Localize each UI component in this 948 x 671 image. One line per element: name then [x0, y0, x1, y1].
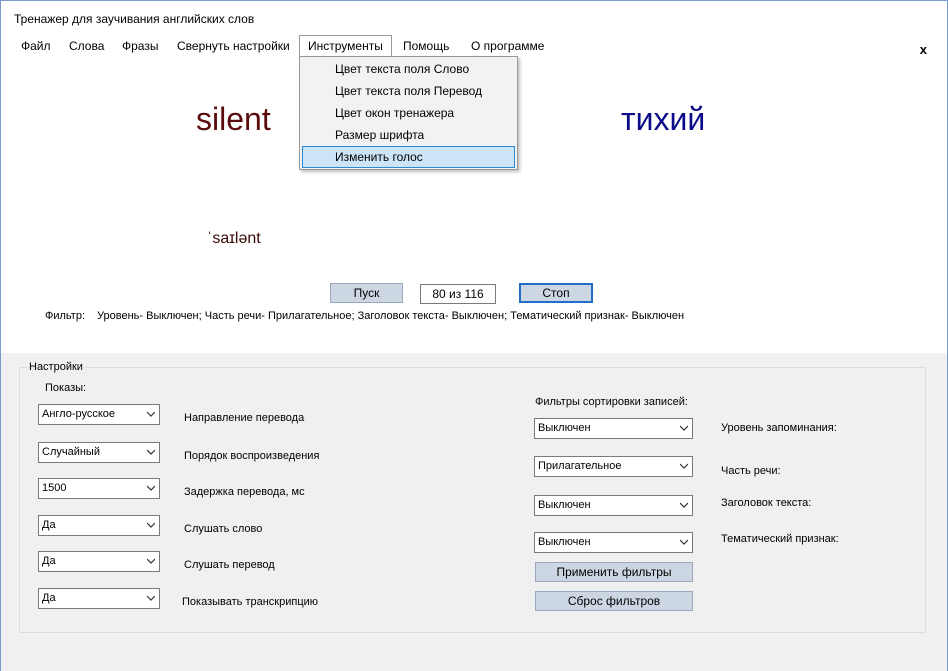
show-transcription-select[interactable]: Да: [38, 588, 160, 609]
listen-translation-value: Да: [42, 555, 56, 567]
menu-collapse-settings[interactable]: Свернуть настройки: [177, 39, 290, 57]
chevron-down-icon: [147, 485, 155, 491]
chevron-down-icon: [147, 558, 155, 564]
tools-dropdown-menu: Цвет текста поля Слово Цвет текста поля …: [299, 56, 518, 170]
menu-help[interactable]: Помощь: [403, 39, 449, 57]
menu-item-word-color[interactable]: Цвет текста поля Слово: [302, 58, 515, 80]
part-of-speech-value: Прилагательное: [538, 460, 622, 472]
order-select[interactable]: Случайный: [38, 442, 160, 463]
direction-select[interactable]: Англо-русское: [38, 404, 160, 425]
filter-status-label: Фильтр:: [45, 310, 86, 322]
direction-label: Направление перевода: [184, 412, 305, 424]
show-transcription-value: Да: [42, 592, 56, 604]
menu-file[interactable]: Файл: [21, 39, 51, 57]
filter-status-text: Уровень- Выключен; Часть речи- Прилагате…: [97, 310, 685, 322]
reset-filters-button[interactable]: Сброс фильтров: [535, 591, 693, 611]
part-of-speech-label: Часть речи:: [721, 465, 781, 477]
settings-title: Настройки: [27, 361, 85, 373]
chevron-down-icon: [147, 449, 155, 455]
delay-select[interactable]: 1500: [38, 478, 160, 499]
menu-item-translation-color[interactable]: Цвет текста поля Перевод: [302, 80, 515, 102]
text-title-filter-select[interactable]: Выключен: [534, 495, 693, 516]
chevron-down-icon: [680, 502, 688, 508]
filter-status: Фильтр: Уровень- Выключен; Часть речи- Пр…: [45, 310, 684, 322]
progress-counter: 80 из 116: [420, 284, 496, 304]
part-of-speech-select[interactable]: Прилагательное: [534, 456, 693, 477]
menu-words[interactable]: Слова: [69, 39, 104, 57]
chevron-down-icon: [680, 539, 688, 545]
menu-tools[interactable]: Инструменты: [299, 35, 392, 57]
shows-label: Показы:: [45, 382, 87, 394]
listen-word-value: Да: [42, 519, 56, 531]
listen-translation-label: Слушать перевод: [184, 559, 275, 571]
stop-button[interactable]: Стоп: [519, 283, 593, 303]
menu-item-window-color[interactable]: Цвет окон тренажера: [302, 102, 515, 124]
chevron-down-icon: [147, 411, 155, 417]
delay-value: 1500: [42, 482, 67, 494]
transcription-display: ˈsaɪlənt: [207, 230, 261, 247]
translation-display: тихий: [621, 101, 706, 137]
menu-phrases[interactable]: Фразы: [122, 39, 158, 57]
window-title: Тренажер для заучивания английских слов: [14, 12, 255, 26]
word-display: silent: [196, 101, 271, 137]
apply-filters-button[interactable]: Применить фильтры: [535, 562, 693, 582]
menu-bar: Файл Слова Фразы Свернуть настройки Инст…: [1, 34, 947, 58]
delay-label: Задержка перевода, мс: [184, 486, 305, 498]
theme-filter-label: Тематический признак:: [721, 533, 839, 545]
chevron-down-icon: [680, 425, 688, 431]
chevron-down-icon: [680, 463, 688, 469]
level-filter-value: Выключен: [538, 422, 591, 434]
chevron-down-icon: [147, 595, 155, 601]
order-label: Порядок воспроизведения: [184, 450, 320, 462]
show-transcription-label: Показывать транскрипцию: [182, 596, 319, 608]
theme-filter-value: Выключен: [538, 536, 591, 548]
theme-filter-select[interactable]: Выключен: [534, 532, 693, 553]
listen-word-select[interactable]: Да: [38, 515, 160, 536]
menu-item-font-size[interactable]: Размер шрифта: [302, 124, 515, 146]
close-icon[interactable]: x: [920, 42, 927, 57]
title-bar[interactable]: Тренажер для заучивания английских слов: [1, 1, 947, 34]
direction-value: Англо-русское: [42, 408, 116, 420]
order-value: Случайный: [42, 446, 100, 458]
listen-translation-select[interactable]: Да: [38, 551, 160, 572]
text-title-filter-value: Выключен: [538, 499, 591, 511]
text-title-filter-label: Заголовок текста:: [721, 497, 812, 509]
chevron-down-icon: [147, 522, 155, 528]
app-window: Тренажер для заучивания английских слов …: [0, 0, 948, 671]
start-button[interactable]: Пуск: [330, 283, 403, 303]
listen-word-label: Слушать слово: [184, 523, 263, 535]
level-filter-label: Уровень запоминания:: [721, 422, 837, 434]
menu-about[interactable]: О программе: [471, 39, 544, 57]
filters-title: Фильтры сортировки записей:: [535, 396, 688, 408]
menu-item-change-voice[interactable]: Изменить голос: [302, 146, 515, 168]
level-filter-select[interactable]: Выключен: [534, 418, 693, 439]
